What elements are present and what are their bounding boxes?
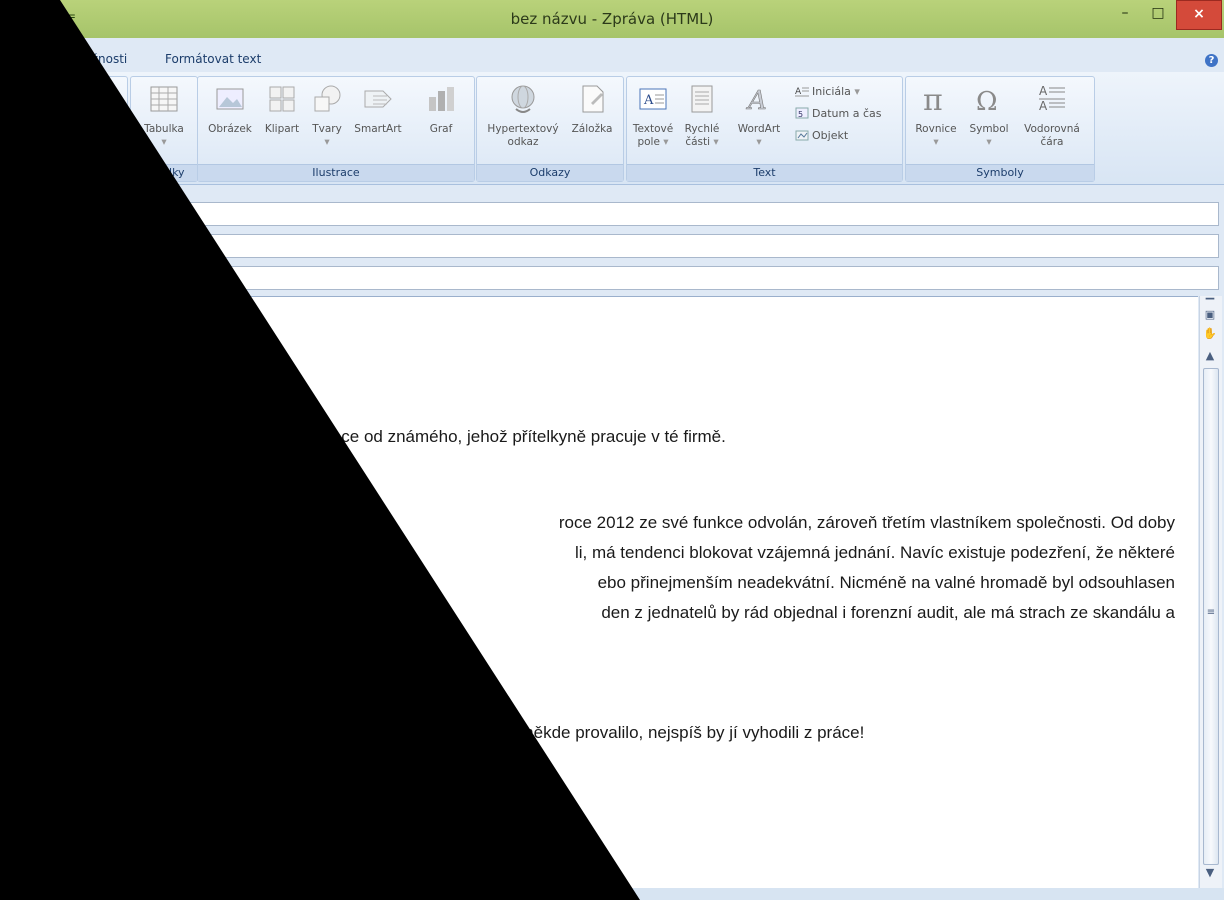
scroll-grip-icon: ≡	[1206, 607, 1216, 618]
symbol-label: Symbol	[969, 123, 1009, 135]
svg-text:π: π	[923, 83, 943, 115]
rychle-label: Rychlé	[684, 123, 720, 135]
quick-parts-icon	[691, 85, 713, 113]
group-label-symboly: Symboly	[906, 164, 1094, 181]
drop-cap-icon: A	[795, 87, 809, 97]
svg-text:Ω: Ω	[976, 87, 998, 115]
browse-object-icon[interactable]: ✋	[1203, 327, 1217, 341]
wordart-icon: A	[746, 86, 767, 115]
group-text: A Textové pole ▾ Rychlé části ▾ A WordAr…	[626, 76, 903, 182]
rychle-casti-button[interactable]: Rychlé části ▾	[681, 83, 723, 149]
calendar-icon: 5	[795, 107, 809, 119]
symbol-button[interactable]: Ω Symbol ▾	[964, 83, 1014, 149]
inicala-label: Iniciála	[812, 85, 851, 98]
symbol-dropdown-arrow: ▾	[986, 136, 992, 148]
datum-a-cas-button[interactable]: 5 Datum a čas	[795, 105, 881, 123]
textbox-icon: A	[639, 88, 667, 110]
rovnice-dropdown-arrow: ▾	[933, 136, 939, 148]
omega-symbol-icon: Ω	[976, 87, 998, 115]
pi-equation-icon: π	[923, 83, 943, 115]
wordart-button[interactable]: A WordArt ▾	[731, 83, 787, 149]
group-symboly: π Rovnice ▾ Ω Symbol ▾ AA Vodorovná čára…	[905, 76, 1095, 182]
scroll-down-arrow[interactable]: ▼	[1203, 866, 1217, 880]
vodorovna-label: Vodorovná	[1024, 123, 1080, 135]
maximize-button[interactable]: □	[1140, 0, 1176, 28]
rovnice-label: Rovnice	[915, 123, 957, 135]
rovnice-button[interactable]: π Rovnice ▾	[910, 83, 962, 149]
svg-text:A: A	[746, 86, 767, 115]
scroll-up-arrow[interactable]: ▲	[1203, 349, 1217, 363]
horizontal-line-icon: AA	[1039, 84, 1065, 113]
help-icon[interactable]: ?	[1205, 54, 1218, 67]
view-toggle-icon[interactable]: ▣	[1203, 308, 1217, 322]
svg-text:A: A	[1039, 99, 1048, 113]
redaction-overlay	[0, 0, 640, 900]
wordart-label: WordArt	[737, 123, 781, 135]
inicala-button[interactable]: A Iniciála ▾	[795, 83, 860, 101]
objekt-button[interactable]: Objekt	[795, 127, 848, 145]
vodorovna-cara-button[interactable]: AA Vodorovná čára	[1014, 83, 1090, 149]
svg-text:5: 5	[798, 110, 803, 119]
wordart-dropdown-arrow: ▾	[756, 136, 762, 148]
objekt-label: Objekt	[812, 129, 849, 142]
inicala-dropdown-arrow: ▾	[854, 85, 860, 98]
pole-label: pole ▾	[637, 136, 669, 148]
datum-a-cas-label: Datum a čas	[812, 107, 882, 120]
close-button[interactable]: ×	[1176, 0, 1222, 30]
casti-label: části ▾	[685, 136, 719, 148]
group-label-text: Text	[627, 164, 902, 181]
minimize-button[interactable]: –	[1107, 0, 1143, 28]
svg-text:A: A	[643, 93, 654, 108]
svg-text:A: A	[1039, 84, 1048, 98]
cara-label: čára	[1040, 136, 1064, 148]
object-icon	[795, 130, 809, 141]
